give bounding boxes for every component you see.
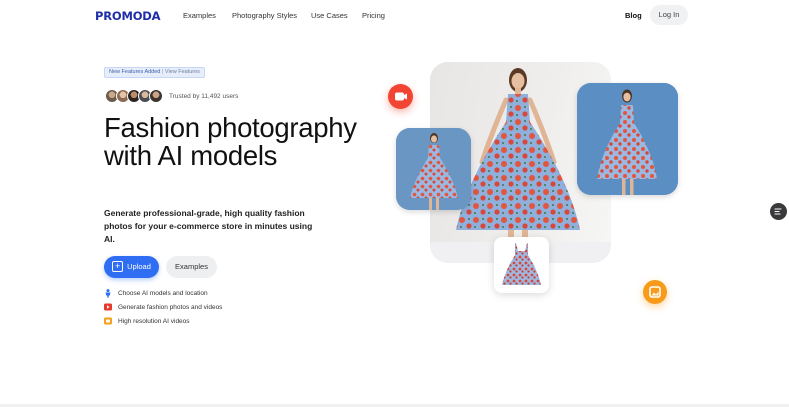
model-figure-small — [396, 128, 471, 210]
model-photo-thumbnail-left — [396, 128, 471, 210]
model-figure-small — [577, 83, 678, 195]
nav-examples[interactable]: Examples — [183, 11, 216, 20]
nav-photography-styles[interactable]: Photography Styles — [232, 11, 297, 20]
upload-button[interactable]: + Upload — [104, 256, 159, 278]
image-icon — [649, 286, 661, 298]
chat-widget-button[interactable] — [770, 203, 787, 220]
video-icon — [104, 303, 112, 311]
new-features-label: New Features Added — [109, 69, 161, 75]
top-nav: PROMODA Examples Photography Styles Use … — [0, 0, 789, 32]
page-title: Fashion photography with AI models — [104, 112, 357, 171]
feature-label: Generate fashion photos and videos — [118, 303, 223, 311]
hero-subheadline: Generate professional-grade, high qualit… — [104, 208, 313, 244]
feature-item: High resolution AI videos — [104, 317, 190, 325]
trusted-by-text: Trusted by 11,492 users — [169, 93, 239, 100]
nav-pricing[interactable]: Pricing — [362, 11, 385, 20]
person-icon — [104, 289, 112, 298]
dress-icon — [502, 243, 541, 285]
upload-label: Upload — [127, 262, 151, 271]
plus-icon: + — [112, 260, 124, 272]
pill-separator: | — [161, 69, 164, 75]
video-badge — [388, 84, 413, 109]
feature-item: Choose AI models and location — [104, 289, 208, 298]
dress-product-card — [494, 237, 549, 293]
feature-label: Choose AI models and location — [118, 289, 208, 297]
model-photo-thumbnail-right — [577, 83, 678, 195]
avatar — [149, 89, 163, 103]
video-icon — [395, 92, 407, 101]
login-button[interactable]: Log In — [650, 5, 688, 25]
feature-item: Generate fashion photos and videos — [104, 303, 222, 311]
chat-icon — [774, 208, 782, 215]
logo[interactable]: PROMODA — [95, 9, 161, 23]
nav-use-cases[interactable]: Use Cases — [311, 11, 348, 20]
film-icon — [104, 317, 112, 325]
view-features-link[interactable]: View Features — [165, 69, 200, 75]
photo-badge — [643, 280, 667, 304]
feature-label: High resolution AI videos — [118, 317, 190, 325]
examples-button[interactable]: Examples — [166, 256, 217, 278]
new-features-pill[interactable]: New Features Added | View Features — [104, 67, 205, 78]
nav-blog[interactable]: Blog — [625, 11, 642, 20]
